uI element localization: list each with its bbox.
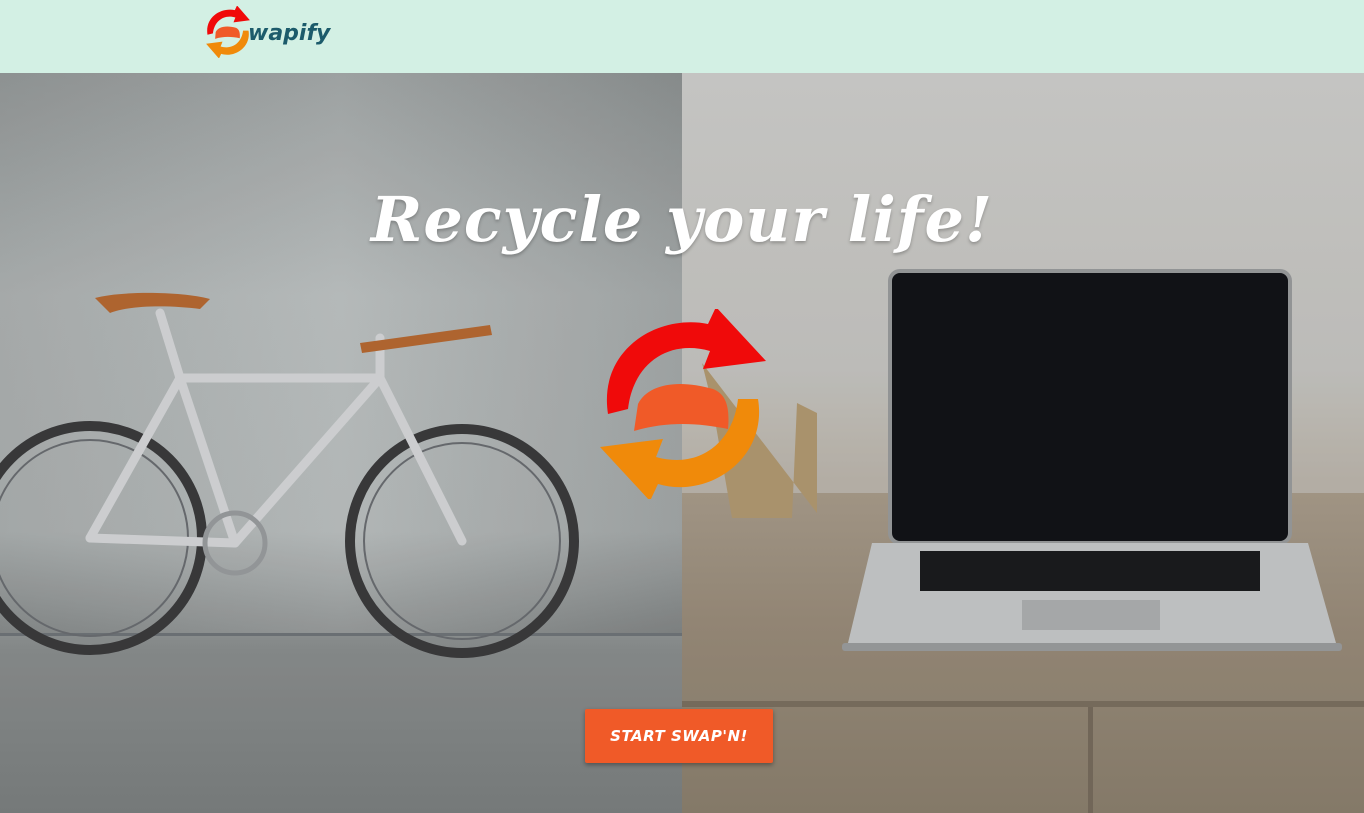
hero-section: Recycle your life! START SWAP'N! [0,73,1364,813]
navbar: wapify [0,0,1364,73]
start-swapping-button[interactable]: START SWAP'N! [585,709,773,763]
swap-arrows-icon [204,6,252,58]
hero-title: Recycle your life! [370,183,994,256]
brand-name: wapify [248,20,331,46]
brand-link[interactable]: wapify [204,6,330,58]
swap-arrows-icon [598,307,768,503]
